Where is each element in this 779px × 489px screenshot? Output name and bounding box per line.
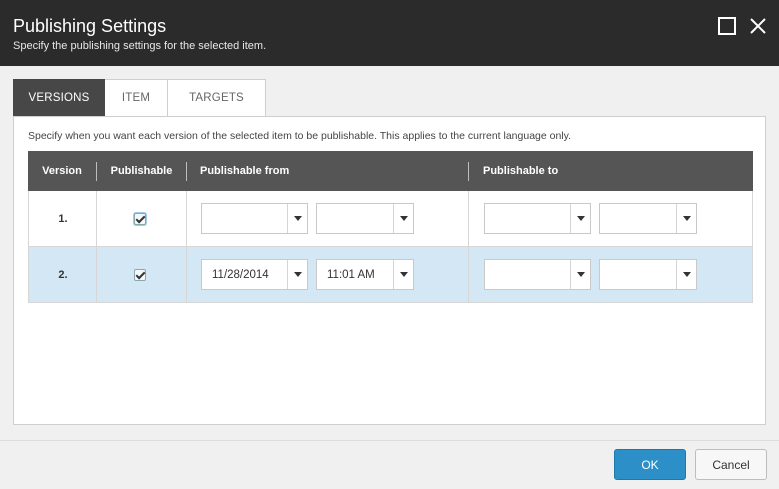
publishable-from-date-dropdown[interactable] <box>201 203 308 234</box>
publishable-from-time-dropdown[interactable]: 11:01 AM <box>316 259 414 290</box>
publishable-checkbox[interactable] <box>134 213 146 225</box>
tab-item[interactable]: ITEM <box>105 79 168 117</box>
publishable-to-time-dropdown[interactable] <box>599 203 697 234</box>
versions-grid: Version Publishable Publishable from Pub… <box>28 151 753 303</box>
publishable-from-date-dropdown[interactable]: 11/28/2014 <box>201 259 308 290</box>
cancel-button[interactable]: Cancel <box>695 449 767 480</box>
chevron-down-icon[interactable] <box>570 204 590 233</box>
chevron-down-icon[interactable] <box>287 204 307 233</box>
tab-targets[interactable]: TARGETS <box>168 79 266 117</box>
cell-separator <box>186 247 187 303</box>
chevron-down-icon[interactable] <box>676 260 696 289</box>
panel-description: Specify when you want each version of th… <box>28 130 572 142</box>
table-row[interactable]: 1. <box>28 191 753 247</box>
version-number: 1. <box>58 213 68 225</box>
tab-bar: VERSIONS ITEM TARGETS <box>13 79 266 117</box>
publishable-to-time-dropdown[interactable] <box>599 259 697 290</box>
dropdown-value: 11/28/2014 <box>212 268 269 281</box>
chevron-down-icon[interactable] <box>393 260 413 289</box>
publishable-from-time-dropdown[interactable] <box>316 203 414 234</box>
chevron-down-icon[interactable] <box>393 204 413 233</box>
cell-separator <box>468 191 469 247</box>
ok-button[interactable]: OK <box>614 449 686 480</box>
column-header-publishable-to: Publishable to <box>483 165 559 177</box>
column-header-publishable: Publishable <box>110 165 173 177</box>
publishable-checkbox[interactable] <box>134 269 146 281</box>
chevron-down-icon[interactable] <box>570 260 590 289</box>
dropdown-value: 11:01 AM <box>327 268 375 281</box>
versions-panel: Specify when you want each version of th… <box>13 116 766 425</box>
column-separator <box>468 162 469 181</box>
maximize-icon[interactable] <box>718 17 736 35</box>
column-header-version: Version <box>42 165 82 177</box>
grid-header: Version Publishable Publishable from Pub… <box>28 151 753 191</box>
version-number: 2. <box>58 269 68 281</box>
dialog-subtitle: Specify the publishing settings for the … <box>13 40 267 52</box>
tab-versions[interactable]: VERSIONS <box>13 79 105 117</box>
publishable-to-date-dropdown[interactable] <box>484 259 591 290</box>
cell-separator <box>186 191 187 247</box>
dialog-footer: OK Cancel <box>0 440 779 489</box>
chevron-down-icon[interactable] <box>287 260 307 289</box>
dialog-titlebar: Publishing Settings Specify the publishi… <box>0 0 779 66</box>
dialog-title: Publishing Settings <box>13 16 167 36</box>
chevron-down-icon[interactable] <box>676 204 696 233</box>
cell-separator <box>468 247 469 303</box>
cell-separator <box>96 247 97 303</box>
column-separator <box>186 162 187 181</box>
close-icon[interactable] <box>749 17 767 35</box>
column-header-publishable-from: Publishable from <box>200 165 290 177</box>
table-row[interactable]: 2. 11/28/2014 11:01 AM <box>28 247 753 303</box>
cell-separator <box>96 191 97 247</box>
publishable-to-date-dropdown[interactable] <box>484 203 591 234</box>
